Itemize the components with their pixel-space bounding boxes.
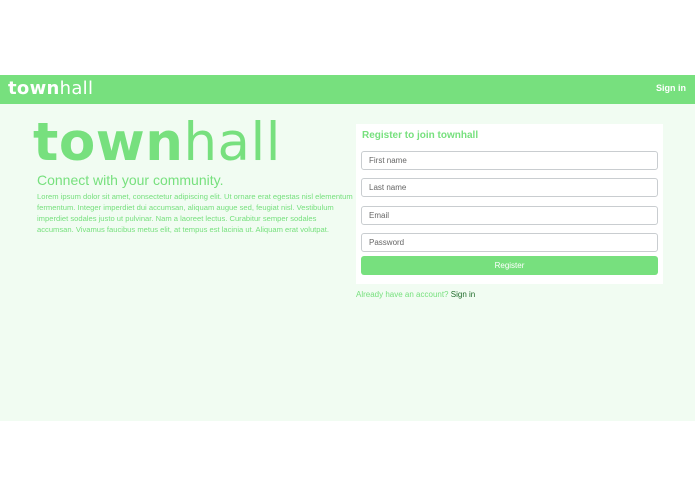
- hero-description: Lorem ipsum dolor sit amet, consectetur …: [37, 192, 353, 234]
- register-button[interactable]: Register: [361, 256, 658, 275]
- email-input[interactable]: [361, 206, 658, 225]
- last-name-input[interactable]: [361, 178, 658, 197]
- password-input[interactable]: [361, 233, 658, 252]
- navbar-logo-light: hall: [59, 78, 94, 99]
- hero-tagline: Connect with your community.: [37, 172, 224, 188]
- first-name-input[interactable]: [361, 151, 658, 170]
- navbar-sign-in-link[interactable]: Sign in: [656, 83, 686, 93]
- hero-logo: townhall: [33, 110, 281, 176]
- navbar-logo-bold: town: [8, 78, 60, 99]
- hero-logo-light: hall: [183, 112, 281, 173]
- register-panel-title: Register to join townhall: [362, 130, 479, 141]
- navbar-logo[interactable]: townhall: [8, 78, 93, 100]
- existing-account-text: Already have an account?: [356, 290, 449, 299]
- register-panel: Register to join townhall Register: [356, 124, 663, 284]
- top-navbar: townhall Sign in: [0, 75, 695, 104]
- main-content: townhall Connect with your community. Lo…: [0, 104, 695, 421]
- existing-account-prompt: Already have an account? Sign in: [356, 290, 475, 299]
- sign-in-link[interactable]: Sign in: [451, 290, 475, 299]
- hero-logo-bold: town: [33, 112, 184, 173]
